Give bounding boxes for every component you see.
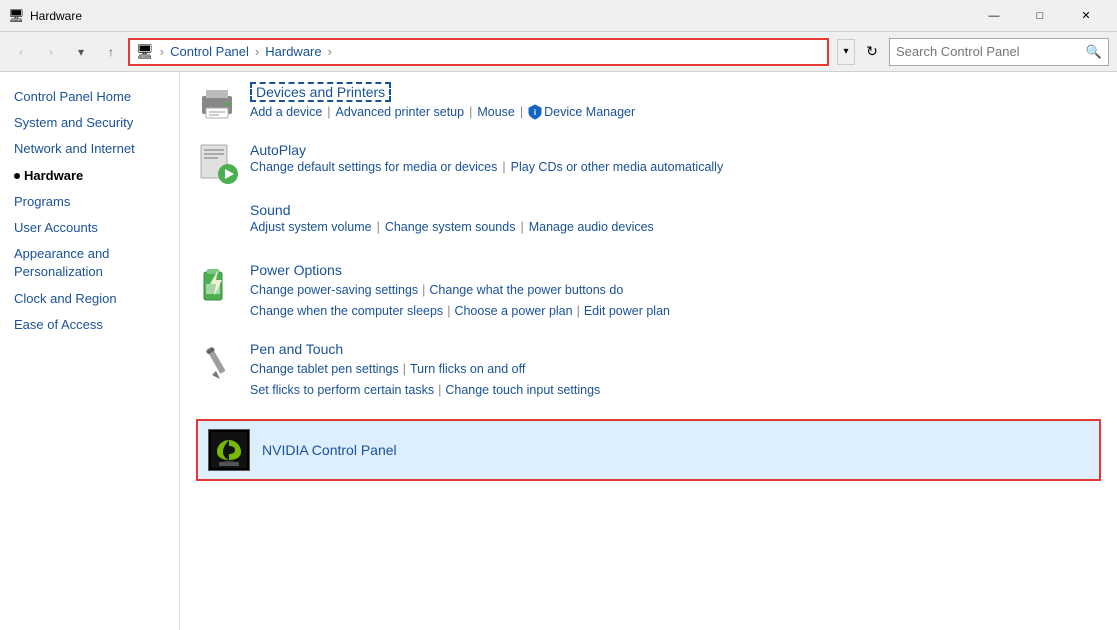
sound-title[interactable]: Sound [250, 202, 290, 218]
main-layout: Control Panel Home System and Security N… [0, 72, 1117, 630]
nvidia-icon [208, 429, 250, 471]
refresh-button[interactable]: ↻ [859, 39, 885, 65]
power-options-content: Power Options Change power-saving settin… [250, 262, 1101, 323]
maximize-button[interactable]: □ [1017, 0, 1063, 32]
change-computer-sleeps-link[interactable]: Change when the computer sleeps [250, 301, 443, 322]
up-button[interactable]: ↑ [98, 39, 124, 65]
shield-icon: i [528, 104, 542, 120]
section-autoplay: AutoPlay Change default settings for med… [196, 142, 1101, 184]
search-icon[interactable]: 🔍 [1086, 44, 1102, 60]
sound-content: Sound Adjust system volume | Change syst… [250, 202, 1101, 234]
power-options-row1: Change power-saving settings | Change wh… [250, 280, 1101, 301]
nvidia-row[interactable]: NVIDIA Control Panel [196, 419, 1101, 481]
sidebar-item-appearance[interactable]: Appearance andPersonalization [14, 241, 179, 285]
addressbar: ‹ › ▾ ↑ 🖥 › Control Panel › Hardware › ▾… [0, 32, 1117, 72]
power-options-icon [196, 262, 238, 304]
address-folder-icon: 🖥 [136, 43, 154, 60]
devices-printers-content: Devices and Printers Add a device | Adva… [250, 82, 1101, 120]
autoplay-title[interactable]: AutoPlay [250, 142, 306, 158]
sidebar-item-user-accounts[interactable]: User Accounts [14, 215, 179, 241]
section-pen-touch: Pen and Touch Change tablet pen settings… [196, 341, 1101, 402]
change-system-sounds-link[interactable]: Change system sounds [385, 220, 516, 234]
section-sound: Sound Adjust system volume | Change syst… [196, 202, 1101, 244]
play-cds-link[interactable]: Play CDs or other media automatically [511, 160, 724, 174]
address-box[interactable]: 🖥 › Control Panel › Hardware › [128, 38, 829, 66]
section-power-options: Power Options Change power-saving settin… [196, 262, 1101, 323]
choose-power-plan-link[interactable]: Choose a power plan [454, 301, 572, 322]
set-flicks-link[interactable]: Set flicks to perform certain tasks [250, 380, 434, 401]
window-icon: 🖥 [8, 8, 24, 24]
change-tablet-pen-link[interactable]: Change tablet pen settings [250, 359, 399, 380]
manage-audio-devices-link[interactable]: Manage audio devices [529, 220, 654, 234]
pen-touch-links: Change tablet pen settings | Turn flicks… [250, 359, 1101, 402]
pen-touch-content: Pen and Touch Change tablet pen settings… [250, 341, 1101, 402]
sidebar-item-hardware[interactable]: Hardware [14, 163, 179, 189]
search-input[interactable] [896, 44, 1082, 59]
content-area: Devices and Printers Add a device | Adva… [180, 72, 1117, 630]
search-box: 🔍 [889, 38, 1109, 66]
sidebar-item-clock-region[interactable]: Clock and Region [14, 286, 179, 312]
back-button[interactable]: ‹ [8, 39, 34, 65]
autoplay-content: AutoPlay Change default settings for med… [250, 142, 1101, 174]
svg-text:i: i [534, 108, 536, 117]
sidebar-item-ease-of-access[interactable]: Ease of Access [14, 312, 179, 338]
adjust-system-volume-link[interactable]: Adjust system volume [250, 220, 372, 234]
power-options-title[interactable]: Power Options [250, 262, 342, 278]
address-hardware[interactable]: Hardware [265, 44, 321, 59]
autoplay-links: Change default settings for media or dev… [250, 160, 1101, 174]
sound-links: Adjust system volume | Change system sou… [250, 220, 1101, 234]
device-manager-shield: i [528, 104, 542, 120]
change-touch-input-link[interactable]: Change touch input settings [445, 380, 600, 401]
mouse-link[interactable]: Mouse [477, 105, 515, 119]
sidebar-item-system-security[interactable]: System and Security [14, 110, 179, 136]
sidebar-item-programs[interactable]: Programs [14, 189, 179, 215]
change-power-buttons-link[interactable]: Change what the power buttons do [429, 280, 623, 301]
pen-touch-icon [196, 341, 238, 383]
device-manager-link[interactable]: Device Manager [544, 105, 635, 119]
address-separator-1: › [160, 44, 164, 59]
change-power-saving-link[interactable]: Change power-saving settings [250, 280, 418, 301]
active-dot-indicator [14, 173, 20, 179]
pen-touch-title[interactable]: Pen and Touch [250, 341, 343, 357]
nvidia-title[interactable]: NVIDIA Control Panel [262, 442, 397, 458]
dropdown-button[interactable]: ▾ [68, 39, 94, 65]
close-button[interactable]: ✕ [1063, 0, 1109, 32]
advanced-printer-setup-link[interactable]: Advanced printer setup [336, 105, 465, 119]
power-options-row2: Change when the computer sleeps | Choose… [250, 301, 1101, 322]
change-default-settings-link[interactable]: Change default settings for media or dev… [250, 160, 497, 174]
sound-icon [196, 202, 238, 244]
window-controls: — □ ✕ [971, 0, 1109, 32]
power-options-links: Change power-saving settings | Change wh… [250, 280, 1101, 323]
sidebar-item-network-internet[interactable]: Network and Internet [14, 136, 179, 162]
section-devices-printers: Devices and Printers Add a device | Adva… [196, 82, 1101, 124]
sidebar: Control Panel Home System and Security N… [0, 72, 180, 630]
turn-flicks-link[interactable]: Turn flicks on and off [410, 359, 525, 380]
address-control-panel[interactable]: Control Panel [170, 44, 249, 59]
window-title: Hardware [30, 9, 971, 23]
address-separator-3: › [328, 44, 332, 59]
autoplay-icon [196, 142, 238, 184]
devices-printers-links: Add a device | Advanced printer setup | … [250, 104, 1101, 120]
forward-button[interactable]: › [38, 39, 64, 65]
address-chevron[interactable]: ▾ [837, 39, 855, 65]
pen-touch-row1: Change tablet pen settings | Turn flicks… [250, 359, 1101, 380]
pen-touch-row2: Set flicks to perform certain tasks | Ch… [250, 380, 1101, 401]
titlebar: 🖥 Hardware — □ ✕ [0, 0, 1117, 32]
devices-printers-icon [196, 82, 238, 124]
minimize-button[interactable]: — [971, 0, 1017, 32]
devices-printers-title[interactable]: Devices and Printers [250, 82, 391, 102]
address-separator-2: › [255, 44, 259, 59]
add-device-link[interactable]: Add a device [250, 105, 322, 119]
sidebar-item-control-panel-home[interactable]: Control Panel Home [14, 84, 179, 110]
edit-power-plan-link[interactable]: Edit power plan [584, 301, 670, 322]
